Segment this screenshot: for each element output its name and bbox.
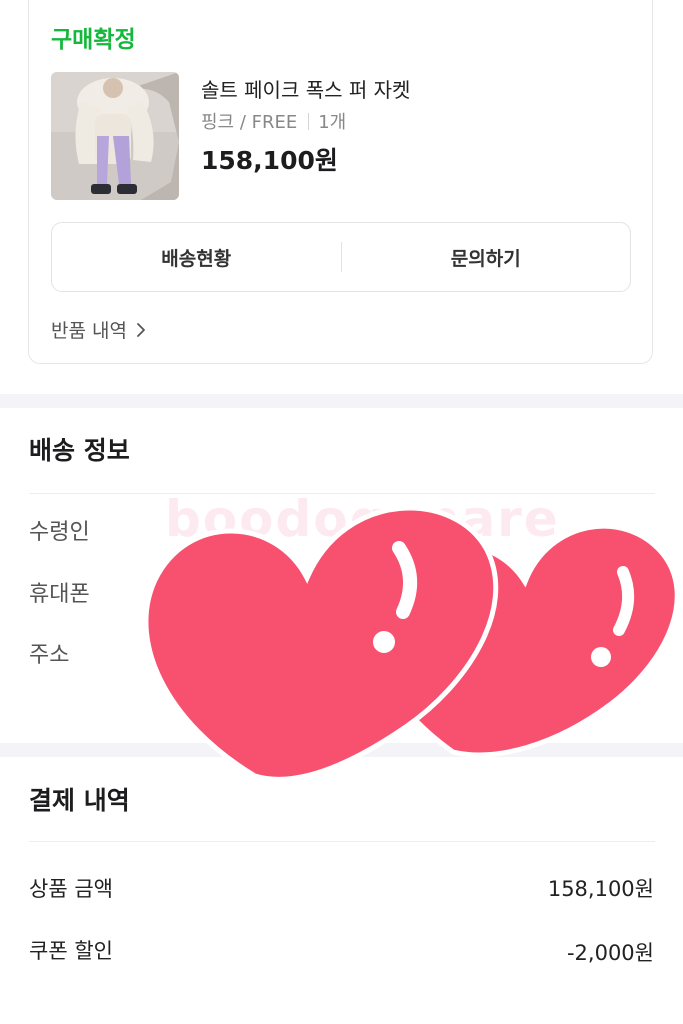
product-option: 핑크 / FREE 1개 [201, 108, 346, 134]
payment-section-title: 결제 내역 [29, 786, 130, 815]
coupon-discount-label: 쿠폰 할인 [29, 939, 113, 963]
product-price: 158,100원 [201, 146, 338, 175]
product-name[interactable]: 솔트 페이크 폭스 퍼 자켓 [201, 74, 410, 103]
product-amount-label: 상품 금액 [29, 877, 113, 901]
payment-divider [29, 841, 655, 842]
phone-label: 휴대폰 [29, 582, 90, 607]
order-action-group: 배송현황 문의하기 [51, 222, 631, 292]
inquiry-button[interactable]: 문의하기 [342, 244, 631, 271]
chevron-right-icon [137, 322, 145, 337]
product-thumbnail[interactable] [51, 72, 179, 200]
address-label: 주소 [29, 643, 70, 668]
option-divider [308, 113, 310, 130]
product-quantity: 1개 [318, 112, 347, 133]
shipping-section-title: 배송 정보 [29, 436, 130, 465]
tracking-button[interactable]: 배송현황 [52, 244, 341, 271]
product-amount-value: 158,100원 [547, 877, 654, 901]
recipient-label: 수령인 [29, 520, 90, 545]
coupon-discount-value: -2,000원 [566, 941, 654, 965]
section-divider-band [0, 394, 683, 408]
return-history-link[interactable]: 반품 내역 [51, 316, 146, 343]
order-status-label: 구매확정 [51, 27, 136, 53]
return-history-label: 반품 내역 [51, 320, 127, 342]
product-option-text: 핑크 / FREE [201, 112, 298, 133]
hearts-sticker-icon [143, 505, 680, 782]
